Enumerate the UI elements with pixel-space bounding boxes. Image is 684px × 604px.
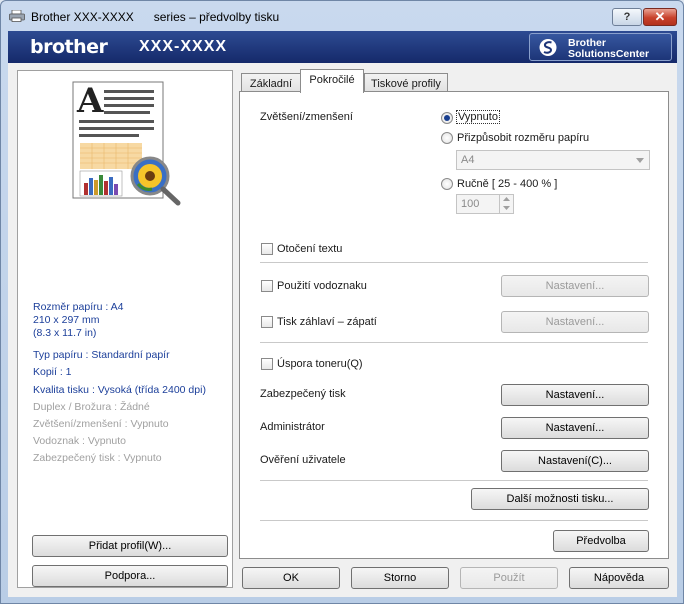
chevron-down-icon xyxy=(636,158,644,163)
title-bar[interactable]: Brother XXX-XXXX series – předvolby tisk… xyxy=(1,1,683,31)
fit-paper-size-value: A4 xyxy=(461,154,475,166)
separator xyxy=(260,262,648,263)
dialog-client-area: A Rozměr papíru: A4 210 x 297 mm (8.3 x… xyxy=(8,63,677,597)
tab-advanced[interactable]: Pokročilé xyxy=(300,69,364,93)
manual-percent-value: 100 xyxy=(461,198,480,210)
solutions-center-icon xyxy=(539,39,557,56)
summary-paper-size: Rozměr papíru : A4 xyxy=(33,301,124,313)
title-suffix: series – předvolby tisku xyxy=(153,10,280,24)
summary-duplex: Duplex / Brožura : Žádné xyxy=(33,401,150,413)
scaling-manual-radio[interactable] xyxy=(441,178,453,190)
solutions-line-2: SolutionsCenter xyxy=(568,48,650,60)
spin-up-icon xyxy=(503,197,510,201)
toner-save-label[interactable]: Úspora toneru(Q) xyxy=(277,358,363,370)
printing-preferences-window: Brother XXX-XXXX series – předvolby tisk… xyxy=(0,0,684,604)
printer-icon xyxy=(9,10,25,22)
header-footer-label[interactable]: Tisk záhlaví – zápatí xyxy=(277,316,377,328)
help-title-button[interactable]: ? xyxy=(612,8,642,26)
apply-button[interactable]: Použít xyxy=(460,567,558,589)
fit-paper-size-select[interactable]: A4 xyxy=(456,150,650,170)
administrator-label: Administrátor xyxy=(260,421,325,433)
help-button[interactable]: Nápověda xyxy=(569,567,669,589)
scaling-manual-label[interactable]: Ručně [ 25 - 400 % ] xyxy=(457,178,557,190)
secure-print-settings-button[interactable]: Nastavení... xyxy=(501,384,649,406)
spin-down-icon xyxy=(503,206,510,210)
other-print-options-button[interactable]: Další možnosti tisku... xyxy=(471,488,649,510)
solutions-center-button[interactable]: Brother SolutionsCenter xyxy=(529,33,672,61)
model-name: XXX-XXXX xyxy=(139,38,228,55)
watermark-label[interactable]: Použití vodoznaku xyxy=(277,280,367,292)
cancel-button[interactable]: Storno xyxy=(351,567,449,589)
toner-save-checkbox[interactable] xyxy=(261,358,273,370)
close-button[interactable]: ✕ xyxy=(643,8,677,26)
window-title: Brother XXX-XXXX series – předvolby tisk… xyxy=(31,10,279,24)
scaling-off-radio[interactable] xyxy=(441,112,453,124)
reverse-print-label[interactable]: Otočení textu xyxy=(277,243,342,255)
spinner-arrows[interactable] xyxy=(499,195,513,213)
summary-secure-print: Zabezpečený tisk : Vypnuto xyxy=(33,452,162,464)
secure-print-label: Zabezpečený tisk xyxy=(260,388,346,400)
svg-text:A: A xyxy=(76,81,104,121)
settings-summary-panel: A Rozměr papíru: A4 210 x 297 mm (8.3 x… xyxy=(17,70,233,588)
summary-media-type: Typ papíru : Standardní papír xyxy=(33,349,170,361)
watermark-settings-button[interactable]: Nastavení... xyxy=(501,275,649,297)
manual-percent-spinner[interactable]: 100 xyxy=(456,194,514,214)
scaling-label: Zvětšení/zmenšení xyxy=(260,111,353,123)
brother-logo: brother xyxy=(30,36,108,58)
summary-paper-dims: 210 x 297 mm xyxy=(33,314,100,326)
separator xyxy=(260,520,648,521)
summary-copies: Kopií : 1 xyxy=(33,366,72,378)
user-auth-settings-button[interactable]: Nastavení(C)... xyxy=(501,450,649,472)
reverse-print-checkbox[interactable] xyxy=(261,243,273,255)
separator xyxy=(260,342,648,343)
summary-quality: Kvalita tisku : Vysoká (třída 2400 dpi) xyxy=(33,384,206,396)
administrator-settings-button[interactable]: Nastavení... xyxy=(501,417,649,439)
user-auth-label: Ověření uživatele xyxy=(260,454,346,466)
separator xyxy=(260,480,648,481)
ok-button[interactable]: OK xyxy=(242,567,340,589)
scaling-fit-radio[interactable] xyxy=(441,132,453,144)
support-button[interactable]: Podpora... xyxy=(32,565,228,587)
summary-scaling: Zvětšení/zmenšení : Vypnuto xyxy=(33,418,169,430)
document-preview-icon: A xyxy=(72,81,181,206)
default-button[interactable]: Předvolba xyxy=(553,530,649,552)
brother-banner: brother XXX-XXXX Brother SolutionsCenter xyxy=(8,31,677,63)
summary-paper-dims-in: (8.3 x 11.7 in) xyxy=(33,327,97,339)
scaling-off-label[interactable]: Vypnuto xyxy=(456,110,500,124)
scaling-fit-label[interactable]: Přizpůsobit rozměru papíru xyxy=(457,132,589,144)
header-footer-settings-button[interactable]: Nastavení... xyxy=(501,311,649,333)
advanced-tab-panel: Zvětšení/zmenšení Vypnuto Přizpůsobit ro… xyxy=(239,91,669,559)
add-profile-button[interactable]: Přidat profil(W)... xyxy=(32,535,228,557)
header-footer-checkbox[interactable] xyxy=(261,316,273,328)
watermark-checkbox[interactable] xyxy=(261,280,273,292)
summary-watermark: Vodoznak : Vypnuto xyxy=(33,435,127,447)
title-product: Brother XXX-XXXX xyxy=(31,10,134,24)
